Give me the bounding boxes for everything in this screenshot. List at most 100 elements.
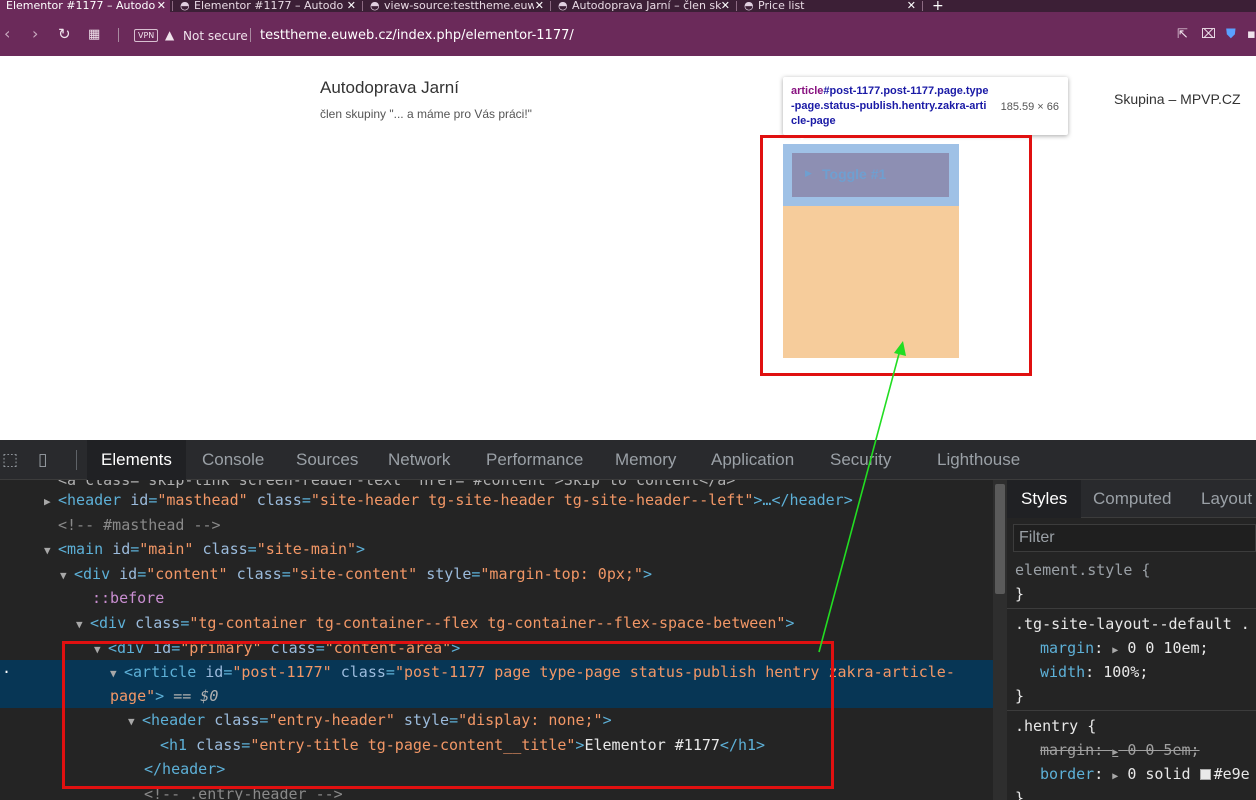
scrollbar-thumb[interactable] [995,484,1005,594]
tab-elements[interactable]: Elements [87,440,186,480]
styles-tab-bar: Styles Computed Layout [1007,480,1256,518]
tab-close-icon[interactable]: ✕ [157,0,166,12]
caret-down-icon[interactable]: ▼ [60,564,74,588]
browser-tab-2[interactable]: ◓ Elementor #1177 – Autodo ✕ [174,0,360,12]
tab-separator [922,1,923,11]
value: "site-content" [290,565,418,583]
incognito-icon: ◓ [180,0,190,12]
url-field[interactable]: testtheme.euweb.cz/index.php/elementor-1… [260,28,574,43]
vpn-badge[interactable]: VPN [134,29,159,42]
back-arrow-icon[interactable]: ‹ [4,25,10,43]
caret-right-icon[interactable]: ▶ [1112,645,1118,656]
inspect-cursor-icon[interactable]: ⬚ [2,450,18,470]
shield-icon[interactable]: ⛊ [1226,27,1236,42]
menu-link[interactable]: Skupina – MPVP.CZ [1114,91,1241,107]
device-toggle-icon[interactable]: ▯ [38,450,47,470]
incognito-icon: ◓ [558,0,568,12]
value: "margin-top: 0px;" [480,565,643,583]
element-style-selector[interactable]: element.style { [1015,558,1150,582]
tab-title: Elementor #1177 – Autodo [194,0,344,12]
browser-tab-1[interactable]: Elementor #1177 – Autodo ✕ [0,0,170,12]
browser-tab-3[interactable]: ◓ view-source:testtheme.euw ✕ [364,0,548,12]
value: "site-header tg-site-header tg-site-head… [310,491,754,509]
css-declaration-margin[interactable]: margin: ▶ 0 0 10em; [1040,636,1209,660]
devtools-tab-bar: ⬚ ▯ Elements Console Sources Network Per… [0,440,1256,480]
dom-comment[interactable]: <!-- #masthead --> [58,513,221,537]
css-declaration-margin-overridden[interactable]: margin: ▶ 0 0 5em; [1040,738,1200,762]
caret-down-icon[interactable]: ▼ [44,539,58,563]
caret-right-icon[interactable]: ▶ [1112,747,1118,758]
divider [76,450,77,470]
reload-icon[interactable]: ↻ [58,25,71,43]
tab-title: view-source:testtheme.euw [384,0,534,12]
styles-filter-input[interactable]: Filter [1013,524,1256,552]
tab-close-icon[interactable]: ✕ [721,0,730,12]
property-name: margin [1040,639,1095,657]
tab-lighthouse[interactable]: Lighthouse [923,440,1034,480]
tab-network[interactable]: Network [374,440,464,480]
site-tagline: člen skupiny "... a máme pro Vás práci!" [320,107,532,121]
rule-selector[interactable]: .tg-site-layout--default . [1015,612,1250,636]
tab-close-icon[interactable]: ✕ [907,0,916,12]
tab-styles[interactable]: Styles [1007,480,1082,518]
rule-selector[interactable]: .hentry { [1015,714,1096,738]
extensions-icon[interactable]: ▪ [1247,27,1256,42]
property-value: 0 0 5em; [1127,741,1200,759]
tab-memory[interactable]: Memory [601,440,690,480]
property-value: #e9e [1213,765,1250,783]
rule-divider [1007,710,1256,711]
tab-console[interactable]: Console [188,440,278,480]
tabs-grid-icon[interactable]: ▦ [88,26,100,44]
css-declaration-border[interactable]: border: ▶ 0 solid #e9e [1040,762,1250,786]
caret-down-icon[interactable]: ▼ [76,613,90,637]
value: "site-main" [256,540,357,558]
property-value: 100%; [1103,663,1149,681]
tab-close-icon[interactable]: ✕ [347,0,356,12]
site-title[interactable]: Autodoprava Jarní [320,78,459,98]
tab-layout[interactable]: Layout [1187,480,1256,518]
caret-right-icon[interactable]: ▶ [44,490,58,514]
tab-application[interactable]: Application [697,440,808,480]
inspect-tooltip: article#post-1177.post-1177.page.type-pa… [783,77,1068,140]
not-secure-label[interactable]: Not secure [183,29,248,43]
incognito-icon: ◓ [744,0,754,12]
attr: id [130,491,149,509]
dom-node-container[interactable]: ▼ <div class="tg-container tg-container--… [76,611,794,635]
dom-pseudo-before[interactable]: ::before [92,586,164,610]
close-brace: } [1015,789,1025,800]
tab-close-icon[interactable]: ✕ [535,0,544,12]
divider [118,28,119,42]
css-declaration-width[interactable]: width: 100%; [1040,660,1148,684]
tag: >…</header> [753,491,853,509]
annotation-box-dom [62,641,834,789]
value: "content" [146,565,228,583]
tab-sources[interactable]: Sources [282,440,372,480]
dom-scrollbar[interactable] [993,480,1007,800]
property-value: 0 0 10em; [1127,639,1209,657]
page-viewport: Autodoprava Jarní člen skupiny "... a má… [0,56,1256,440]
close-brace: } [1015,687,1025,705]
tab-security[interactable]: Security [816,440,905,480]
dom-node-div-content[interactable]: ▼ <div id="content" class="site-content" … [60,562,652,586]
property-name: border [1040,765,1095,783]
incognito-icon: ◓ [370,0,380,12]
color-swatch[interactable] [1199,769,1211,780]
tag: <header [58,491,122,509]
tab-performance[interactable]: Performance [472,440,597,480]
new-tab-button[interactable]: + [932,0,944,12]
browser-tab-5[interactable]: ◓ Price list ✕ [738,0,920,12]
share-icon[interactable]: ⇱ [1177,27,1188,42]
dom-node-header[interactable]: ▶ <header id="masthead" class="site-heade… [44,488,853,512]
warning-icon[interactable]: ▲ [165,28,174,42]
dom-node-main[interactable]: ▼ <main id="main" class="site-main"> [44,537,365,561]
comment: <!-- #masthead --> [58,516,221,534]
caret-right-icon[interactable]: ▶ [1112,771,1118,782]
address-bar: ‹ › ↻ ▦ VPN ▲ Not secure testtheme.euweb… [0,12,1256,56]
tooltip-size: 185.59 × 66 [1000,101,1059,113]
tab-computed[interactable]: Computed [1079,480,1185,518]
tooltip-selector: article#post-1177.post-1177.page.type-pa… [791,84,991,129]
camera-icon[interactable]: ⌧ [1201,27,1216,42]
browser-tab-4[interactable]: ◓ Autodoprava Jarní – člen sk ✕ [552,0,734,12]
tooltip-tag: article [791,85,824,97]
forward-arrow-icon[interactable]: › [32,25,38,43]
